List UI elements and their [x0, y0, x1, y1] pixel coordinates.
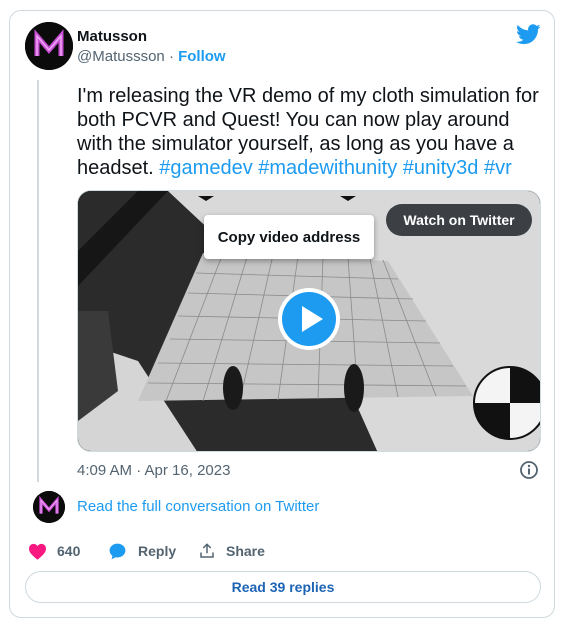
conversation-avatar[interactable]: [33, 491, 65, 523]
author-logo: [25, 22, 73, 70]
heart-icon: [29, 543, 46, 560]
author-name[interactable]: Matusson: [77, 28, 147, 45]
like-count: 640: [57, 543, 81, 559]
twitter-bird-icon[interactable]: [516, 24, 541, 50]
follow-button[interactable]: Follow: [178, 48, 226, 65]
reply-label: Reply: [138, 543, 177, 559]
hashtag-unity3d[interactable]: #unity3d: [403, 157, 479, 179]
share-icon: [200, 543, 214, 558]
separator-dot: ·: [168, 48, 174, 65]
reply-bubble-icon: [109, 543, 126, 559]
hashtag-vr[interactable]: #vr: [484, 157, 512, 179]
read-replies-button[interactable]: Read 39 replies: [25, 571, 541, 603]
thread-line: [37, 80, 39, 482]
video-player[interactable]: Copy video address Watch on Twitter: [77, 190, 541, 452]
play-icon[interactable]: [277, 287, 341, 351]
info-icon[interactable]: [519, 460, 539, 485]
conversation-logo: [33, 491, 65, 523]
copy-video-address-button[interactable]: Copy video address: [204, 215, 374, 259]
author-handle-row: @Matussson · Follow: [77, 48, 226, 65]
hashtag-gamedev[interactable]: #gamedev: [159, 157, 252, 179]
watch-on-twitter-button[interactable]: Watch on Twitter: [386, 204, 532, 236]
like-action[interactable]: 640: [28, 541, 80, 561]
share-action[interactable]: Share: [198, 541, 265, 561]
tweet-timestamp[interactable]: 4:09 AM · Apr 16, 2023: [77, 462, 230, 479]
hashtag-madewithunity[interactable]: #madewithunity: [258, 157, 397, 179]
share-label: Share: [226, 543, 265, 559]
read-full-conversation-link[interactable]: Read the full conversation on Twitter: [77, 498, 319, 515]
author-avatar[interactable]: [25, 22, 73, 70]
author-handle[interactable]: @Matussson: [77, 48, 165, 65]
reply-action[interactable]: Reply: [108, 541, 176, 561]
tweet-text: I'm releasing the VR demo of my cloth si…: [77, 84, 542, 180]
